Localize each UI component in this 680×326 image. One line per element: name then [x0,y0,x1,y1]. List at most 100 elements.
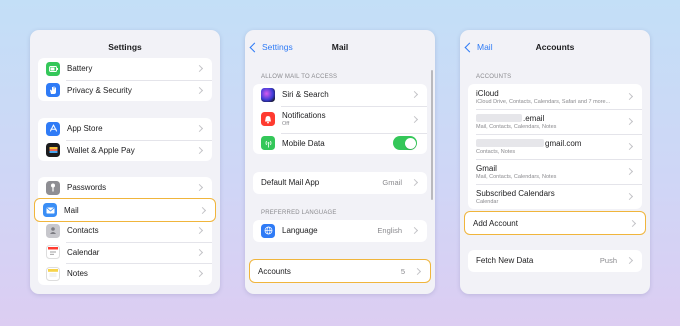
notifications-label: Notifications [282,111,326,120]
notifications-text: Notifications Off [282,111,408,127]
chevron-right-icon [625,257,634,265]
chevron-right-icon [198,206,207,214]
siri-search-label: Siri & Search [282,90,329,100]
notifications-status: Off [282,121,290,127]
chevron-right-icon [195,270,204,278]
settings-item-app-store[interactable]: App Store [38,118,212,140]
redacted-block [476,139,544,148]
account-name: gmail.com [545,138,582,148]
account-name: Gmail [476,163,497,173]
chevron-right-icon [625,92,634,101]
notifications-icon [261,112,275,126]
page-title: Settings [108,42,142,52]
language-value: English [377,226,402,236]
settings-item-label: App Store [67,124,103,134]
settings-item-label: Notes [67,269,88,279]
mobile-data-label: Mobile Data [282,138,325,148]
settings-item-mail[interactable]: Mail [34,198,216,222]
default-mail-app-value: Gmail [382,178,402,188]
chevron-right-icon [625,142,634,151]
account-services: Mail, Contacts, Calendars, Notes [476,123,557,130]
settings-item-contacts[interactable]: Contacts [38,220,212,242]
chevron-right-icon [195,65,204,73]
battery-icon [46,61,60,76]
chevron-right-icon [410,115,419,123]
fetch-group: Fetch New Data Push [468,250,642,272]
account-row-gmail[interactable]: Gmail Mail, Contacts, Calendars, Notes [468,159,642,184]
mail-nav-bar: Settings Mail [245,30,435,64]
account-services: Calendar [476,198,499,205]
antenna-icon [261,136,275,151]
settings-item-calendar[interactable]: Calendar [38,241,212,264]
section-header-language: PREFERRED LANGUAGE [261,210,337,216]
add-account-label: Add Account [473,218,518,228]
siri-search-row[interactable]: Siri & Search [253,84,427,106]
account-services: iCloud Drive, Contacts, Calendars, Safar… [476,98,611,105]
chevron-right-icon [410,227,419,235]
chevron-right-icon [195,86,204,94]
settings-item-label: Contacts [67,226,99,236]
accounts-count: 5 [400,266,405,276]
account-row-gmail-address[interactable]: gmail.com Contacts, Notes [468,134,642,159]
scrollbar[interactable] [431,70,433,200]
add-account-button[interactable]: Add Account [464,211,646,235]
notifications-row[interactable]: Notifications Off [253,105,427,133]
mobile-data-toggle[interactable] [393,136,417,151]
contacts-icon [46,223,60,238]
settings-item-label: Passwords [67,183,107,193]
chevron-right-icon [625,192,634,201]
chevron-right-icon [195,248,204,256]
settings-item-privacy[interactable]: Privacy & Security [38,79,212,102]
key-icon [46,180,60,195]
chevron-right-icon [195,227,204,235]
fetch-new-data-label: Fetch New Data [476,256,534,266]
accounts-list: iCloud iCloud Drive, Contacts, Calendars… [468,84,642,209]
account-text: iCloud iCloud Drive, Contacts, Calendars… [476,89,623,105]
settings-group-1: Battery Privacy & Security [38,58,212,101]
account-row-icloud[interactable]: iCloud iCloud Drive, Contacts, Calendars… [468,84,642,109]
account-text: gmail.com Contacts, Notes [476,139,623,155]
notes-icon [46,266,60,281]
hand-icon [46,83,60,98]
settings-item-notes[interactable]: Notes [38,263,212,285]
settings-item-label: Privacy & Security [67,85,132,95]
default-mail-app-row[interactable]: Default Mail App Gmail [253,172,427,194]
account-text: .email Mail, Contacts, Calendars, Notes [476,114,623,130]
accounts-row[interactable]: Accounts 5 [249,259,431,283]
app-store-icon [46,121,60,136]
account-name: .email [523,113,545,123]
account-text: Subscribed Calendars Calendar [476,189,623,205]
mail-icon [43,203,57,217]
settings-group-3: Passwords Contacts Calendar Notes [38,177,212,285]
settings-item-passwords[interactable]: Passwords [38,177,212,199]
account-name: iCloud [476,88,499,98]
mail-access-group: Siri & Search Notifications Off Mobile D… [253,84,427,154]
accounts-label: Accounts [258,266,291,276]
account-name: Subscribed Calendars [476,188,555,198]
chevron-right-icon [625,117,634,126]
account-row-email[interactable]: .email Mail, Contacts, Calendars, Notes [468,109,642,134]
settings-item-label: Mail [64,205,79,215]
chevron-right-icon [628,219,637,227]
account-text: Gmail Mail, Contacts, Calendars, Notes [476,164,623,180]
settings-item-label: Wallet & Apple Pay [67,145,135,155]
account-row-subscribed-calendars[interactable]: Subscribed Calendars Calendar [468,184,642,209]
siri-icon [261,87,275,102]
account-services: Mail, Contacts, Calendars, Notes [476,173,557,180]
page-title: Accounts [535,42,575,52]
settings-item-label: Calendar [67,247,100,257]
settings-item-battery[interactable]: Battery [38,58,212,80]
mail-panel: Settings Mail ALLOW MAIL TO ACCESS Siri … [245,30,435,294]
fetch-new-data-row[interactable]: Fetch New Data Push [468,250,642,272]
page-title: Mail [331,42,349,52]
settings-item-wallet[interactable]: Wallet & Apple Pay [38,139,212,162]
language-row[interactable]: Language English [253,220,427,242]
settings-group-2: App Store Wallet & Apple Pay [38,118,212,161]
account-name-wrap: .email [476,114,623,123]
default-app-group: Default Mail App Gmail [253,172,427,194]
section-header-accounts: ACCOUNTS [476,74,512,80]
settings-item-label: Battery [67,64,93,74]
redacted-block [476,114,522,123]
section-header-access: ALLOW MAIL TO ACCESS [261,74,338,80]
wallet-icon [46,143,60,158]
